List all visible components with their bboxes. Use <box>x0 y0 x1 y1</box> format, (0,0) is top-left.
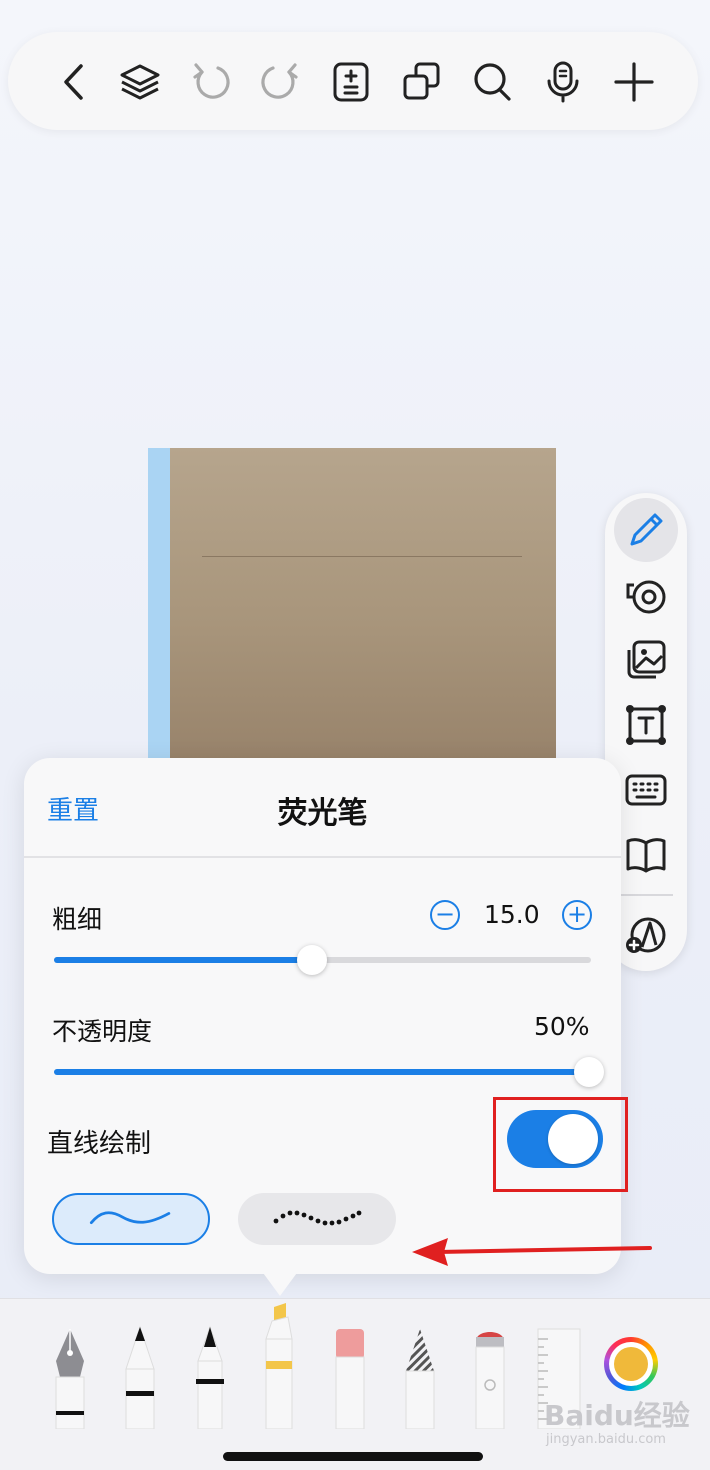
redo-icon[interactable] <box>259 60 303 104</box>
tape-icon[interactable] <box>624 573 668 617</box>
highlighter-settings-popover: 重置 荧光笔 粗细 − 15.0 + 不透明度 50% 直线绘制 <box>24 758 621 1274</box>
thickness-slider-fill <box>54 957 312 963</box>
opacity-value: 50% <box>534 1012 590 1041</box>
watermark-main-text: Baidu经验 <box>544 1399 690 1432</box>
thickness-value: 15.0 <box>484 900 540 929</box>
opacity-slider-fill <box>54 1069 591 1075</box>
watermark-url-text: jingyan.baidu.com <box>546 1432 666 1447</box>
solid-stroke-style-button[interactable] <box>52 1193 210 1245</box>
opacity-label: 不透明度 <box>52 1017 153 1046</box>
solid-wave-icon <box>89 1211 171 1225</box>
popover-title: 荧光笔 <box>277 796 368 831</box>
undo-icon[interactable] <box>188 60 232 104</box>
current-color-swatch <box>614 1347 648 1381</box>
palette-divider <box>619 894 673 896</box>
fine-pen-tool[interactable] <box>190 1299 230 1429</box>
book-icon[interactable] <box>624 833 668 877</box>
layers-icon[interactable] <box>118 60 162 104</box>
highlighter-tool[interactable] <box>258 1299 298 1429</box>
header-divider <box>24 856 621 858</box>
back-icon[interactable] <box>54 60 98 104</box>
ballpoint-pen-tool[interactable] <box>120 1299 160 1429</box>
thickness-slider-thumb[interactable] <box>297 945 327 975</box>
opacity-slider-thumb[interactable] <box>574 1057 604 1087</box>
home-indicator[interactable] <box>223 1452 483 1461</box>
fountain-pen-tool[interactable] <box>50 1299 90 1429</box>
thickness-increment-button[interactable]: + <box>562 900 592 930</box>
dotted-wave-icon <box>273 1210 362 1226</box>
annotation-arrow-icon <box>412 1238 652 1266</box>
notebook-spine <box>148 448 170 768</box>
baidu-jingyan-watermark: Baidu经验 jingyan.baidu.com <box>540 1394 708 1454</box>
annotation-highlight-box <box>493 1097 628 1192</box>
search-icon[interactable] <box>470 60 514 104</box>
pencil-icon[interactable] <box>624 508 668 552</box>
popover-pointer <box>258 1266 302 1296</box>
copy-icon[interactable] <box>400 60 444 104</box>
microphone-icon[interactable] <box>541 60 585 104</box>
straight-line-label: 直线绘制 <box>47 1129 152 1159</box>
notebook-title-line <box>202 556 522 557</box>
popover-header: 重置 荧光笔 <box>24 758 621 856</box>
dotted-stroke-style-button[interactable] <box>238 1193 396 1245</box>
color-picker-button[interactable] <box>604 1337 658 1391</box>
add-icon[interactable] <box>612 60 656 104</box>
notebook-cover[interactable] <box>148 448 556 768</box>
eraser-tool[interactable] <box>330 1299 370 1429</box>
thickness-label: 粗细 <box>52 905 103 934</box>
marker-tool[interactable] <box>470 1299 510 1429</box>
text-box-icon[interactable] <box>624 703 668 747</box>
opacity-slider[interactable] <box>54 1057 604 1087</box>
page-add-icon[interactable] <box>329 60 373 104</box>
thickness-decrement-button[interactable]: − <box>430 900 460 930</box>
image-icon[interactable] <box>624 638 668 682</box>
keyboard-icon[interactable] <box>624 768 668 812</box>
pencil-tool[interactable] <box>400 1299 440 1429</box>
add-shape-icon[interactable] <box>624 913 668 957</box>
top-toolbar <box>8 32 698 130</box>
thickness-slider[interactable] <box>54 945 591 975</box>
